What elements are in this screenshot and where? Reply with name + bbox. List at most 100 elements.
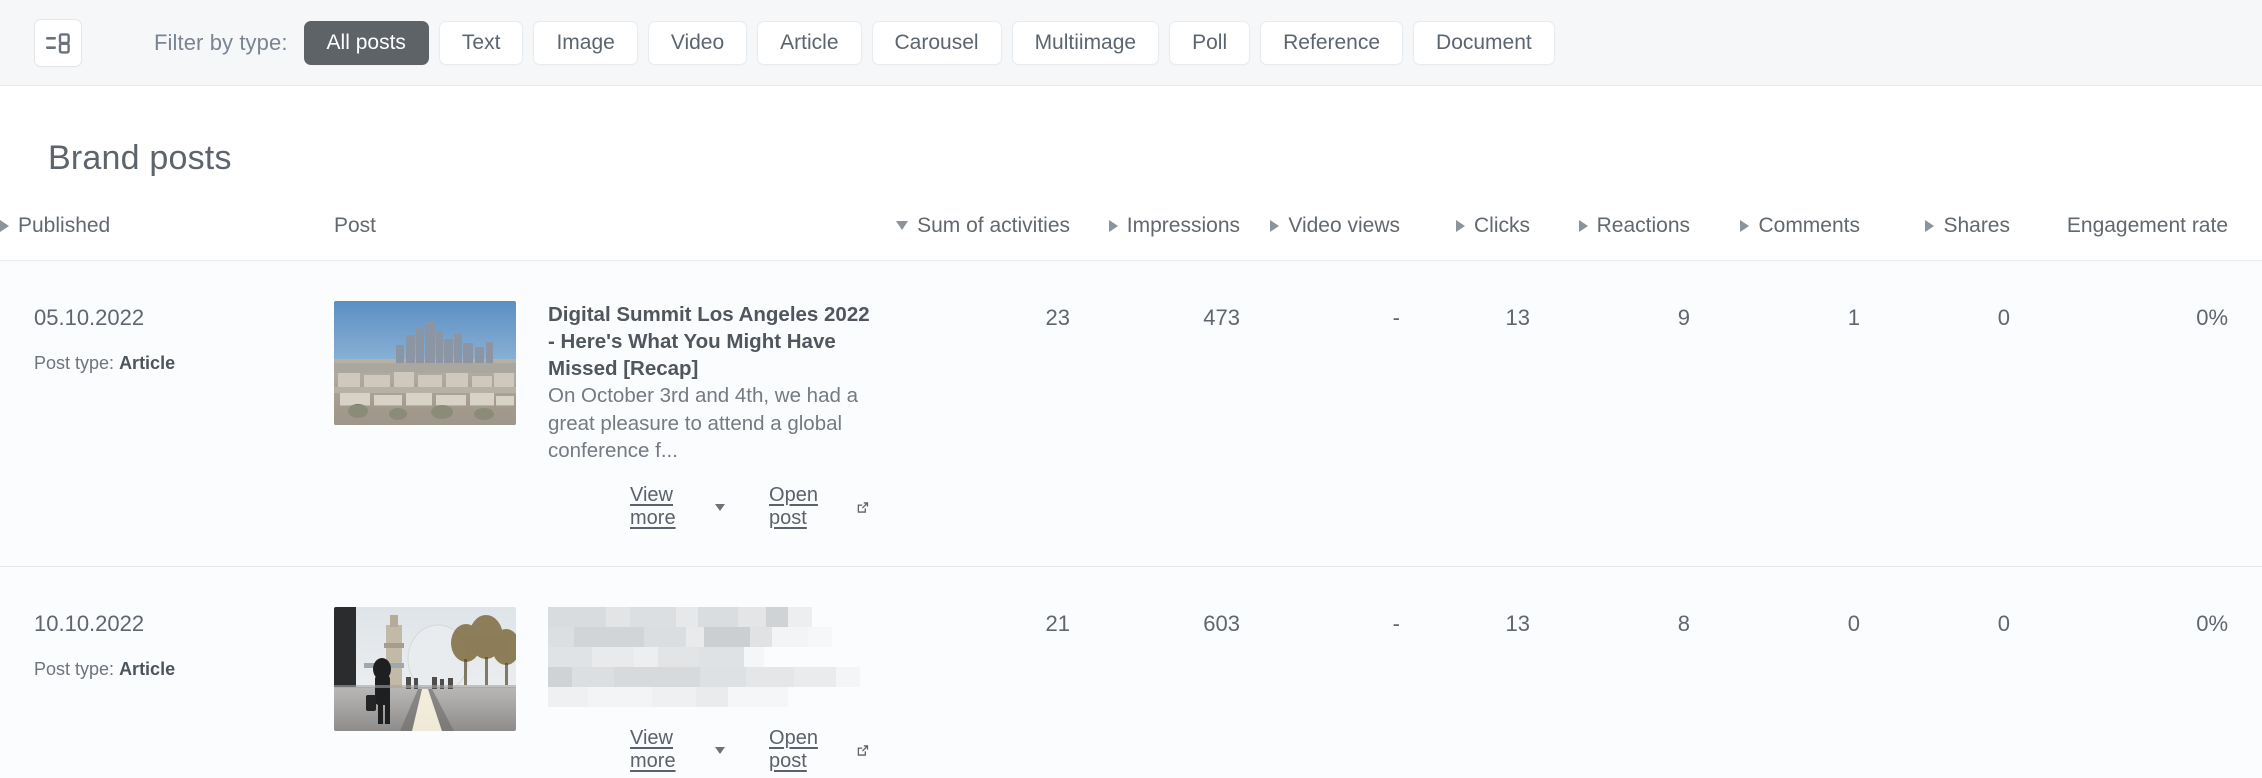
filter-chip-document[interactable]: Document	[1413, 21, 1555, 65]
list-settings-icon	[46, 33, 70, 54]
filter-chip-article[interactable]: Article	[757, 21, 862, 65]
cell-shares: 0	[1860, 260, 2010, 567]
sort-triangle-icon	[1578, 219, 1588, 232]
cell-video-views: -	[1240, 566, 1400, 778]
cell-comments: 0	[1690, 566, 1860, 778]
column-header-post: Post	[170, 212, 870, 260]
column-header-label: Comments	[1758, 213, 1860, 237]
open-post-label: Open post	[769, 727, 818, 772]
table-body: 05.10.2022 Post type: Article Digital Su…	[0, 260, 2262, 778]
post-excerpt: On October 3rd and 4th, we had a great p…	[548, 384, 858, 462]
post-type-label: Post type: Article	[34, 659, 175, 680]
post-type-prefix: Post type:	[34, 352, 115, 373]
external-link-icon	[857, 744, 869, 756]
filter-chip-all-posts[interactable]: All posts	[303, 21, 429, 65]
cell-sum-of-activities: 23	[870, 260, 1070, 567]
cell-post: Digital Summit Los Angeles 2022 - Here's…	[170, 260, 870, 567]
table-row[interactable]: 10.10.2022 Post type: Article View more …	[0, 566, 2262, 778]
cell-impressions: 473	[1070, 260, 1240, 567]
sort-triangle-icon	[0, 219, 9, 232]
column-header-label: Sum of activities	[917, 213, 1070, 237]
column-header-label: Impressions	[1126, 213, 1240, 237]
cell-comments: 1	[1690, 260, 1860, 567]
view-more-label: View more	[630, 484, 676, 529]
sort-triangle-icon	[1270, 219, 1280, 232]
filter-chip-poll[interactable]: Poll	[1169, 21, 1251, 65]
column-header-shares[interactable]: Shares	[1860, 212, 2010, 260]
column-header-engagement-rate[interactable]: Engagement rate	[2010, 212, 2262, 260]
sort-triangle-icon	[1925, 219, 1935, 232]
cell-video-views: -	[1240, 260, 1400, 567]
cell-impressions: 603	[1070, 566, 1240, 778]
open-post-button[interactable]: Open post	[769, 727, 870, 773]
view-more-label: View more	[630, 727, 676, 772]
list-settings-icon-button[interactable]	[34, 19, 82, 67]
cell-post: View more Open post	[170, 566, 870, 778]
column-header-label: Shares	[1943, 213, 2010, 237]
post-type-prefix: Post type:	[34, 659, 115, 679]
filter-toolbar: Filter by type: All posts Text Image Vid…	[0, 0, 2262, 86]
table-row[interactable]: 05.10.2022 Post type: Article Digital Su…	[0, 260, 2262, 567]
chevron-down-icon	[715, 746, 726, 754]
table-header: Published Post Sum of activities Impress…	[0, 212, 2262, 260]
cell-published: 05.10.2022 Post type: Article	[0, 260, 175, 567]
sort-triangle-icon	[1740, 219, 1750, 232]
cell-sum-of-activities: 21	[870, 566, 1070, 778]
external-link-icon	[857, 501, 869, 513]
filter-chip-multiimage[interactable]: Multiimage	[1011, 21, 1160, 65]
london-tower-bridge-photo	[334, 607, 516, 731]
brand-posts-card: Brand posts Published Post Sum of activi…	[0, 86, 2262, 778]
post-title: Digital Summit Los Angeles 2022 - Here's…	[548, 302, 870, 381]
post-text-block: Digital Summit Los Angeles 2022 - Here's…	[548, 301, 870, 531]
open-post-button[interactable]: Open post	[769, 484, 870, 530]
sort-triangle-icon	[1456, 219, 1465, 232]
post-thumbnail[interactable]	[334, 607, 516, 731]
chevron-down-icon	[715, 503, 726, 511]
post-type-value: Article	[119, 659, 176, 679]
page-title: Brand posts	[48, 139, 232, 177]
redacted-post-text	[548, 607, 870, 707]
post-actions: View more Open post	[548, 727, 870, 773]
column-header-label: Reactions	[1596, 213, 1690, 237]
cell-engagement-rate: 0%	[2010, 260, 2262, 567]
los-angeles-skyline-photo	[334, 300, 516, 425]
sort-triangle-icon	[1108, 219, 1118, 232]
filter-chip-reference[interactable]: Reference	[1260, 21, 1404, 65]
cell-shares: 0	[1860, 566, 2010, 778]
post-type-label: Post type: Article	[34, 352, 175, 374]
view-more-button[interactable]: View more	[630, 484, 726, 530]
column-header-label: Post	[334, 213, 377, 237]
column-header-clicks[interactable]: Clicks	[1400, 212, 1530, 260]
post-text-block: View more Open post	[548, 607, 870, 773]
column-header-label: Published	[18, 213, 111, 237]
published-date: 05.10.2022	[34, 304, 145, 330]
sort-triangle-down-icon	[896, 221, 909, 230]
cell-clicks: 13	[1400, 260, 1530, 567]
view-more-button[interactable]: View more	[630, 727, 726, 773]
cell-published: 10.10.2022 Post type: Article	[0, 566, 175, 778]
cell-reactions: 9	[1530, 260, 1690, 567]
column-header-video-views[interactable]: Video views	[1240, 212, 1400, 260]
filter-chip-video[interactable]: Video	[647, 21, 748, 65]
post-type-filter-chips: All posts Text Image Video Article Carou…	[303, 21, 1555, 65]
column-header-reactions[interactable]: Reactions	[1530, 212, 1690, 260]
column-header-label: Engagement rate	[2066, 213, 2228, 237]
column-header-published[interactable]: Published	[0, 212, 170, 260]
cell-reactions: 8	[1530, 566, 1690, 778]
filter-chip-image[interactable]: Image	[533, 21, 638, 65]
filter-by-type-label: Filter by type:	[154, 30, 288, 55]
brand-posts-table: Published Post Sum of activities Impress…	[0, 212, 2262, 778]
post-thumbnail[interactable]	[334, 300, 516, 425]
column-header-label: Video views	[1288, 213, 1400, 237]
column-header-label: Clicks	[1474, 213, 1530, 237]
cell-clicks: 13	[1400, 566, 1530, 778]
open-post-label: Open post	[769, 484, 818, 529]
column-header-sum-of-activities[interactable]: Sum of activities	[870, 212, 1070, 260]
post-actions: View more Open post	[548, 484, 870, 530]
filter-chip-text[interactable]: Text	[438, 21, 524, 65]
column-header-comments[interactable]: Comments	[1690, 212, 1860, 260]
cell-engagement-rate: 0%	[2010, 566, 2262, 778]
published-date: 10.10.2022	[34, 611, 145, 636]
filter-chip-carousel[interactable]: Carousel	[871, 21, 1002, 65]
column-header-impressions[interactable]: Impressions	[1070, 212, 1240, 260]
